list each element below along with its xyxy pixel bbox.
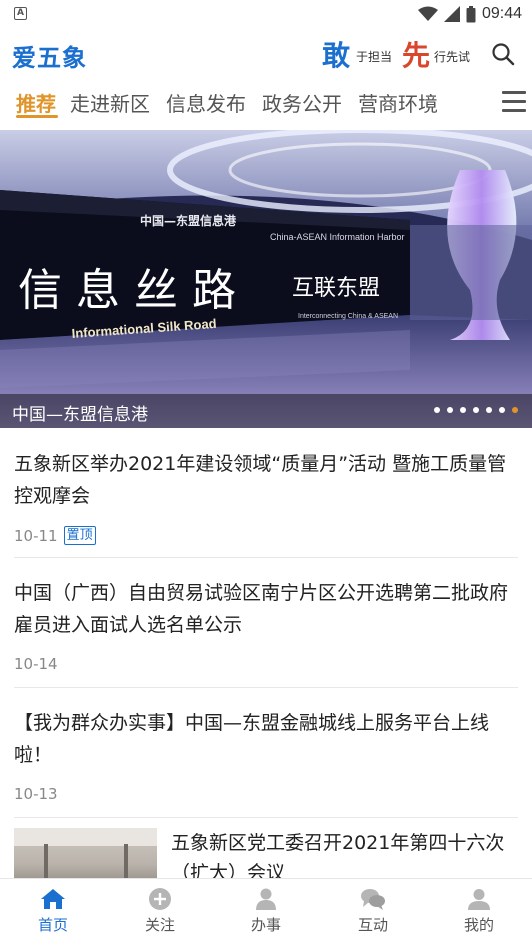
nav-mine[interactable]: 我的	[439, 887, 519, 935]
carousel-indicator	[434, 407, 518, 413]
banner-carousel[interactable]: 中国—东盟信息港 China-ASEAN Information Harbor …	[0, 130, 532, 428]
news-item-with-image[interactable]: 五象新区党工委召开2021年第四十六次（扩大）会议	[14, 828, 518, 878]
chat-icon	[361, 889, 385, 910]
user-icon	[468, 889, 490, 910]
nav-label: 关注	[144, 916, 175, 934]
nav-follow[interactable]: 关注	[120, 887, 200, 935]
slogan-banner: 敢 于担当 先 行先试	[322, 34, 482, 72]
slogan-text-2: 行先试	[434, 50, 471, 64]
news-meta: 10-11 置顶	[14, 526, 96, 545]
nav-label: 我的	[463, 916, 494, 934]
person-icon	[256, 888, 276, 910]
nav-label: 首页	[37, 916, 68, 934]
carousel-dot[interactable]	[460, 407, 466, 413]
banner-sign-big-cn-2: 互联东盟	[292, 276, 380, 301]
banner-sign-en-2: Interconnecting China & ASEAN	[298, 313, 398, 320]
carousel-dot[interactable]	[486, 407, 492, 413]
banner-image: 中国—东盟信息港 China-ASEAN Information Harbor …	[0, 130, 532, 428]
carousel-dot[interactable]	[473, 407, 479, 413]
nav-label: 办事	[250, 916, 281, 934]
tab-recommend[interactable]: 推荐	[16, 88, 56, 117]
active-tab-indicator	[16, 115, 58, 118]
news-thumbnail	[14, 828, 157, 878]
menu-icon	[502, 91, 526, 94]
news-title: 五象新区举办2021年建设领域“质量月”活动 暨施工质量管控观摩会	[14, 453, 507, 507]
app-logo: 爱五象	[12, 44, 87, 72]
carousel-dot[interactable]	[434, 407, 440, 413]
carousel-dot-active[interactable]	[512, 407, 518, 413]
news-date: 10-11	[14, 526, 58, 545]
news-title: 中国（广西）自由贸易试验区南宁片区公开选聘第二批政府雇员进入面试人选名单公示	[14, 582, 509, 636]
signal-icon	[443, 6, 460, 22]
news-item[interactable]: 五象新区举办2021年建设领域“质量月”活动 暨施工质量管控观摩会 10-11 …	[14, 448, 518, 558]
banner-sign-big-cn-1: 信 息 丝 路	[18, 265, 236, 316]
plus-circle-icon	[149, 888, 171, 910]
wifi-icon	[417, 6, 438, 21]
news-item[interactable]: 中国（广西）自由贸易试验区南宁片区公开选聘第二批政府雇员进入面试人选名单公示 1…	[14, 577, 518, 688]
news-date: 10-13	[14, 785, 58, 803]
status-time: 09:44	[481, 5, 522, 22]
nav-interact[interactable]: 互动	[333, 887, 413, 935]
news-date: 10-14	[14, 655, 58, 673]
tab-government-affairs[interactable]: 政务公开	[262, 88, 342, 117]
bottom-navigation: 首页 关注 办事 互动 我的	[0, 878, 532, 946]
news-item[interactable]: 【我为群众办实事】中国—东盟金融城线上服务平台上线啦！ 10-13	[14, 707, 518, 818]
news-title: 五象新区党工委召开2021年第四十六次（扩大）会议	[171, 832, 505, 878]
news-title: 【我为群众办实事】中国—东盟金融城线上服务平台上线啦！	[14, 712, 490, 766]
slogan-char-1: 敢	[322, 39, 351, 72]
banner-caption: 中国—东盟信息港	[12, 405, 148, 425]
news-meta: 10-14	[14, 655, 58, 673]
nav-services[interactable]: 办事	[226, 887, 306, 935]
news-meta: 10-13	[14, 785, 58, 803]
carousel-dot[interactable]	[447, 407, 453, 413]
status-indicators: 09:44	[417, 4, 522, 24]
notification-app-icon: A	[14, 7, 27, 20]
banner-sign-small-cn: 中国—东盟信息港	[140, 213, 237, 228]
app-header: 爱五象 敢 于担当 先 行先试	[0, 28, 532, 82]
banner-caption-bar: 中国—东盟信息港	[0, 394, 532, 428]
battery-icon	[466, 5, 476, 22]
status-bar: A 09:44	[0, 0, 532, 28]
home-icon	[41, 889, 65, 909]
slogan-char-2: 先	[402, 39, 431, 72]
search-icon	[492, 43, 515, 66]
category-tabs: 推荐 走进新区 信息发布 政务公开 营商环境	[0, 84, 532, 122]
search-button[interactable]	[490, 41, 516, 67]
pinned-badge: 置顶	[63, 526, 96, 545]
carousel-dot[interactable]	[499, 407, 505, 413]
banner-sign-small-en: China-ASEAN Information Harbor	[270, 232, 405, 242]
nav-label: 互动	[357, 916, 388, 934]
tab-info-release[interactable]: 信息发布	[166, 88, 246, 117]
nav-home[interactable]: 首页	[13, 887, 93, 935]
tabs-menu-button[interactable]	[502, 91, 526, 113]
tab-about-new-district[interactable]: 走进新区	[70, 88, 150, 117]
slogan-text-1: 于担当	[356, 50, 393, 64]
tab-business-environment[interactable]: 营商环境	[358, 88, 438, 117]
